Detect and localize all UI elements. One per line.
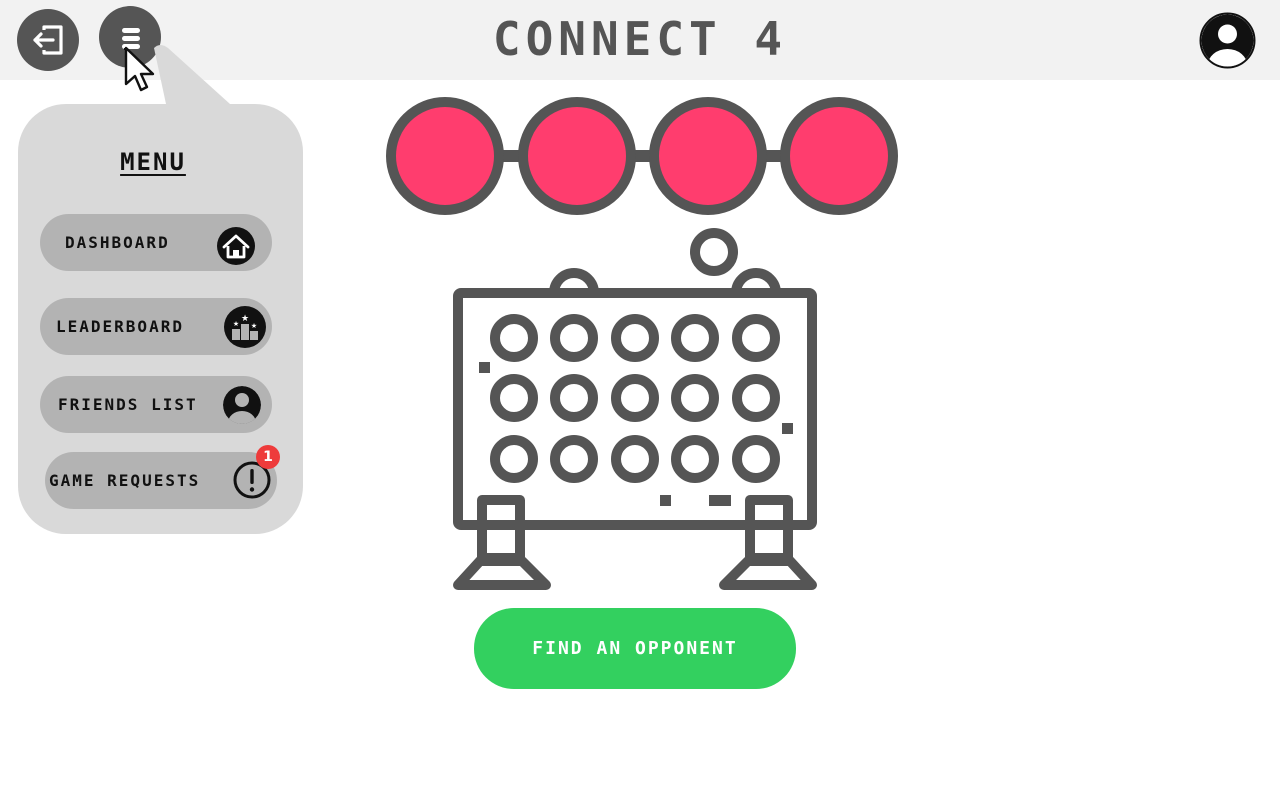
menu-item-dashboard[interactable]: DASHBOARD xyxy=(40,214,272,271)
svg-text:★: ★ xyxy=(241,314,249,324)
menu-item-leaderboard[interactable]: LEADERBOARD ★ ★ ★ xyxy=(40,298,272,355)
svg-text:★: ★ xyxy=(233,320,239,328)
board-hole xyxy=(550,374,598,422)
menu-item-friends-list[interactable]: FRIENDS LIST xyxy=(40,376,272,433)
board-hole xyxy=(550,314,598,362)
board-hole xyxy=(550,435,598,483)
notification-badge: 1 xyxy=(256,445,280,469)
user-icon xyxy=(223,386,261,424)
chip xyxy=(649,97,767,215)
chip xyxy=(386,97,504,215)
board-hole xyxy=(671,435,719,483)
menu-item-label: DASHBOARD xyxy=(65,233,170,252)
board-hole xyxy=(671,314,719,362)
home-icon xyxy=(217,227,255,265)
find-opponent-button[interactable]: FIND AN OPPONENT xyxy=(474,608,796,689)
user-avatar-icon[interactable] xyxy=(1199,12,1256,69)
board-hole xyxy=(732,314,780,362)
podium-icon: ★ ★ ★ xyxy=(224,306,266,348)
winning-chips xyxy=(386,97,898,215)
connect-four-board-illustration xyxy=(453,228,817,590)
board-hole xyxy=(611,435,659,483)
chip xyxy=(780,97,898,215)
menu-item-label: GAME REQUESTS xyxy=(49,471,201,490)
menu-heading: MENU xyxy=(120,148,186,176)
chip xyxy=(518,97,636,215)
board-hole xyxy=(611,314,659,362)
board-hole xyxy=(490,314,538,362)
menu-item-label: FRIENDS LIST xyxy=(58,395,198,414)
top-bar: CONNECT 4 xyxy=(0,0,1280,80)
board-hole xyxy=(490,374,538,422)
menu-item-game-requests[interactable]: GAME REQUESTS xyxy=(45,452,277,509)
board-hole xyxy=(611,374,659,422)
board-hole xyxy=(671,374,719,422)
board-hole xyxy=(732,435,780,483)
board-hole xyxy=(732,374,780,422)
page-title: CONNECT 4 xyxy=(492,12,788,66)
svg-text:★: ★ xyxy=(251,322,257,330)
menu-item-label: LEADERBOARD xyxy=(56,317,184,336)
board-hole xyxy=(490,435,538,483)
